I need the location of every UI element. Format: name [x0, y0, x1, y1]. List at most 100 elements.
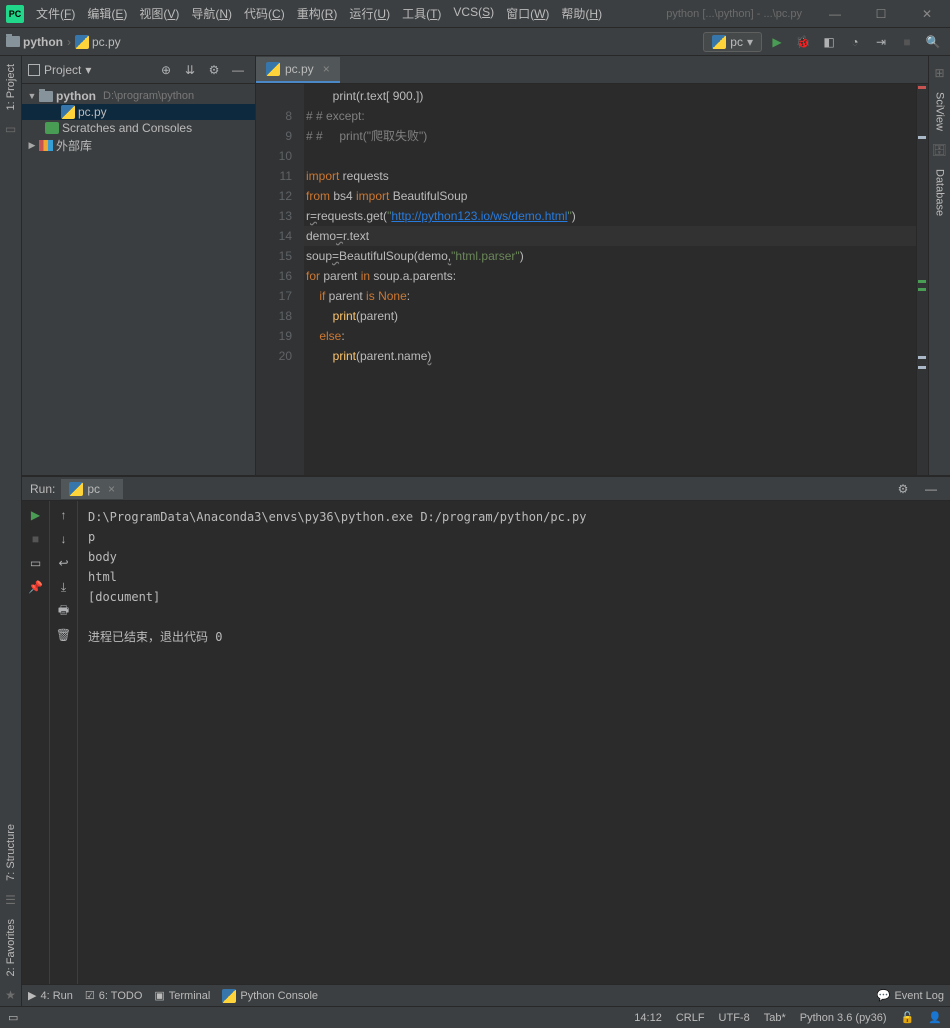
menu-item[interactable]: 导航(N): [185, 1, 238, 26]
code-line[interactable]: # # except:: [304, 106, 916, 126]
menu-item[interactable]: 文件(F): [30, 1, 81, 26]
scroll-to-end-icon[interactable]: ⤓: [54, 577, 74, 597]
gutter-line[interactable]: 18: [256, 306, 292, 326]
menu-item[interactable]: 视图(V): [133, 1, 185, 26]
expand-arrow-icon[interactable]: ▼: [28, 92, 36, 100]
down-icon[interactable]: ↓: [54, 529, 74, 549]
warning-marker[interactable]: [918, 136, 926, 139]
code-line[interactable]: print(r.text[ 900.]): [304, 86, 916, 106]
caret-position[interactable]: 14:12: [634, 1012, 662, 1024]
gutter-line[interactable]: 9: [256, 126, 292, 146]
tab-close-icon[interactable]: ×: [323, 62, 330, 76]
gutter-line[interactable]: 20: [256, 346, 292, 366]
gutter-line[interactable]: 13: [256, 206, 292, 226]
code-line[interactable]: from bs4 import BeautifulSoup: [304, 186, 916, 206]
profile-button[interactable]: ◔: [844, 31, 866, 53]
run-panel-tab[interactable]: pc ×: [61, 479, 123, 499]
attach-button[interactable]: ⇥: [870, 31, 892, 53]
menu-item[interactable]: 帮助(H): [555, 1, 608, 26]
menu-item[interactable]: 窗口(W): [500, 1, 555, 26]
pin-icon[interactable]: 📌: [26, 577, 46, 597]
tool-database-tab[interactable]: Database: [931, 161, 949, 224]
tab-close-icon[interactable]: ×: [108, 482, 115, 496]
breadcrumb-file[interactable]: pc.py: [75, 35, 121, 49]
code-line[interactable]: [304, 146, 916, 166]
gutter-line[interactable]: 11: [256, 166, 292, 186]
debug-button[interactable]: 🐞: [792, 31, 814, 53]
console-output[interactable]: D:\ProgramData\Anaconda3\envs\py36\pytho…: [78, 501, 950, 984]
lock-icon[interactable]: 🔓: [901, 1011, 915, 1024]
tree-scratches[interactable]: Scratches and Consoles: [22, 120, 255, 136]
editor-tab[interactable]: pc.py ×: [256, 57, 340, 83]
up-icon[interactable]: ↑: [54, 505, 74, 525]
run-with-coverage-button[interactable]: ◧: [818, 31, 840, 53]
code-line[interactable]: print(parent.name): [304, 346, 916, 366]
tool-project-tab[interactable]: 1: Project: [2, 56, 20, 118]
tool-favorites-tab[interactable]: 2: Favorites: [2, 911, 20, 984]
code-editor[interactable]: 891011121314151617181920 print(r.text[ 9…: [256, 84, 928, 475]
menu-item[interactable]: 代码(C): [238, 1, 291, 26]
gutter-line[interactable]: 15: [256, 246, 292, 266]
code-line[interactable]: else:: [304, 326, 916, 346]
event-log-button[interactable]: 💬Event Log: [877, 989, 944, 1002]
grid-icon[interactable]: ⊞: [933, 66, 947, 80]
settings-icon[interactable]: ⚙: [892, 478, 914, 500]
tool-windows-icon[interactable]: ▭: [8, 1011, 18, 1024]
ok-marker[interactable]: [918, 288, 926, 291]
menu-item[interactable]: VCS(S): [447, 1, 500, 26]
gutter-line[interactable]: 17: [256, 286, 292, 306]
maximize-button[interactable]: ☐: [858, 0, 904, 28]
tree-root[interactable]: ▼ python D:\program\python: [22, 88, 255, 104]
bottom-terminal-tab[interactable]: ▣Terminal: [154, 989, 210, 1002]
menu-item[interactable]: 重构(R): [291, 1, 344, 26]
line-separator[interactable]: CRLF: [676, 1012, 705, 1024]
code-text[interactable]: print(r.text[ 900.])# # except:# # print…: [304, 84, 916, 475]
rerun-button[interactable]: ▶: [26, 505, 46, 525]
close-button[interactable]: ✕: [904, 0, 950, 28]
interpreter[interactable]: Python 3.6 (py36): [800, 1012, 887, 1024]
tree-external[interactable]: ▶ 外部库: [22, 136, 255, 155]
tool-sciview-tab[interactable]: SciView: [931, 84, 949, 139]
code-line[interactable]: for parent in soup.a.parents:: [304, 266, 916, 286]
soft-wrap-icon[interactable]: ↩: [54, 553, 74, 573]
gutter-line[interactable]: 16: [256, 266, 292, 286]
search-everywhere-button[interactable]: 🔍: [922, 31, 944, 53]
gutter-line[interactable]: [256, 86, 292, 106]
code-line[interactable]: if parent is None:: [304, 286, 916, 306]
hide-panel-icon[interactable]: —: [227, 59, 249, 81]
indent-setting[interactable]: Tab*: [764, 1012, 786, 1024]
error-marker[interactable]: [918, 86, 926, 89]
collapse-all-icon[interactable]: ⇊: [179, 59, 201, 81]
menu-item[interactable]: 工具(T): [396, 1, 447, 26]
notifications-icon[interactable]: 👤: [928, 1011, 942, 1024]
gutter-line[interactable]: 19: [256, 326, 292, 346]
gutter-line[interactable]: 12: [256, 186, 292, 206]
layout-icon[interactable]: ▭: [26, 553, 46, 573]
file-encoding[interactable]: UTF-8: [719, 1012, 750, 1024]
run-button[interactable]: ▶: [766, 31, 788, 53]
print-icon[interactable]: 🖶: [54, 601, 74, 621]
run-configuration-dropdown[interactable]: pc ▾: [703, 32, 762, 52]
tree-file[interactable]: pc.py: [22, 104, 255, 120]
breadcrumb-root[interactable]: python: [6, 35, 63, 49]
code-line[interactable]: print(parent): [304, 306, 916, 326]
locate-icon[interactable]: ⊕: [155, 59, 177, 81]
code-line[interactable]: soup=BeautifulSoup(demo,"html.parser"): [304, 246, 916, 266]
code-line[interactable]: r=requests.get("http://python123.io/ws/d…: [304, 206, 916, 226]
bottom-run-tab[interactable]: ▶4: Run: [28, 989, 73, 1002]
gutter-line[interactable]: 8: [256, 106, 292, 126]
minimize-button[interactable]: —: [812, 0, 858, 28]
database-icon[interactable]: 🗄: [933, 143, 947, 157]
clear-icon[interactable]: 🗑: [54, 625, 74, 645]
warning-marker[interactable]: [918, 356, 926, 359]
gutter-line[interactable]: 14: [256, 226, 292, 246]
stop-button[interactable]: ■: [896, 31, 918, 53]
menu-item[interactable]: 运行(U): [343, 1, 396, 26]
tool-structure-tab[interactable]: 7: Structure: [2, 816, 20, 889]
gutter-line[interactable]: 10: [256, 146, 292, 166]
bottom-pyconsole-tab[interactable]: Python Console: [222, 989, 318, 1003]
ok-marker[interactable]: [918, 280, 926, 283]
bottom-todo-tab[interactable]: ☑6: TODO: [85, 989, 142, 1002]
hide-panel-icon[interactable]: —: [920, 478, 942, 500]
code-line[interactable]: import requests: [304, 166, 916, 186]
